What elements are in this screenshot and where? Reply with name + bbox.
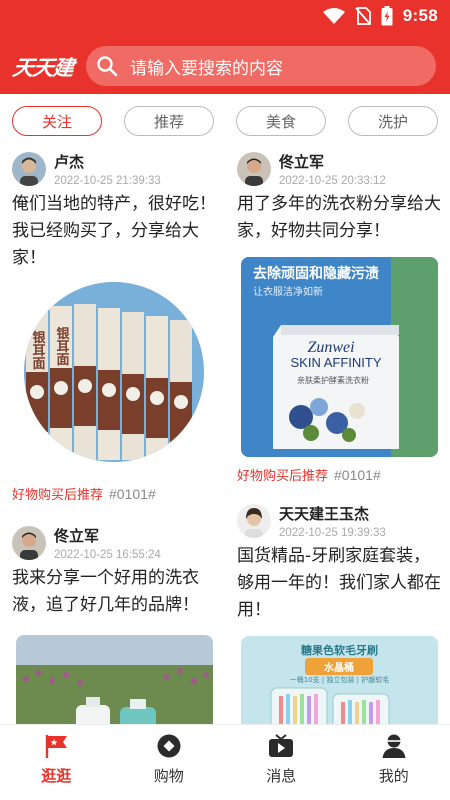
post-image[interactable]: 糖果色软毛牙刷 水晶桶 一桶10支 | 独立包装 | 护龈软毛 (241, 636, 438, 736)
post-date: 2022-10-25 19:39:33 (279, 527, 386, 539)
battery-icon (381, 6, 393, 26)
post-card[interactable]: 佟立军 2022-10-25 20:33:12 用了多年的洗衣粉分享给大家，好物… (237, 146, 442, 484)
post-author: 佟立军 2022-10-25 20:33:12 (237, 146, 442, 187)
bottom-nav: 逛逛 购物 消息 我的 (0, 724, 450, 800)
post-image[interactable]: 银耳面 银耳面 (24, 282, 204, 462)
nav-shopping[interactable]: 购物 (113, 725, 226, 800)
flag-icon (46, 735, 68, 758)
post-date: 2022-10-25 21:39:33 (54, 175, 161, 187)
avatar[interactable] (237, 504, 271, 538)
nav-messages-label: 消息 (266, 767, 297, 785)
product-label: 银耳面 (54, 326, 70, 367)
image-subline: 让衣服洁净如新 (253, 287, 323, 298)
post-author: 佟立军 2022-10-25 16:55:24 (12, 520, 217, 561)
image-headline: 糖果色软毛牙刷 (301, 644, 378, 657)
tab-food[interactable]: 美食 (236, 106, 326, 136)
hashtag[interactable]: #0101# (334, 467, 381, 483)
post-author: 卢杰 2022-10-25 21:39:33 (12, 146, 217, 187)
post-tags: 好物购买后推荐 #0101# (237, 465, 442, 485)
post-date: 2022-10-25 20:33:12 (279, 175, 386, 187)
product-name-cn: 亲肤柔护酵素洗衣粉 (297, 375, 369, 385)
avatar[interactable] (237, 152, 271, 186)
recommend-tag[interactable]: 好物购买后推荐 (237, 465, 328, 484)
search-icon (97, 56, 118, 77)
tab-care[interactable]: 洗护 (348, 106, 438, 136)
avatar[interactable] (12, 152, 46, 186)
post-card[interactable]: 佟立军 2022-10-25 16:55:24 我来分享一个好用的洗衣液，追了好… (12, 520, 217, 745)
post-card[interactable]: 天天建王玉杰 2022-10-25 19:39:33 国货精品-牙刷家庭套装，够… (237, 498, 442, 736)
search-bar[interactable]: 请输入要搜索的内容 (86, 46, 436, 86)
nav-messages[interactable]: 消息 (225, 725, 338, 800)
product-brand: Zunwei (307, 339, 354, 356)
no-sim-icon (355, 7, 371, 25)
search-placeholder: 请输入要搜索的内容 (130, 58, 283, 79)
nav-browse-label: 逛逛 (41, 767, 72, 785)
product-name: SKIN AFFINITY (290, 355, 381, 370)
tv-message-icon (269, 734, 294, 757)
tab-follow[interactable]: 关注 (12, 106, 102, 136)
status-time: 9:58 (402, 6, 438, 25)
author-name[interactable]: 天天建王玉杰 (279, 503, 386, 524)
nav-profile-label: 我的 (378, 767, 409, 785)
image-headline: 去除顽固和隐藏污渍 (253, 266, 379, 282)
post-text: 用了多年的洗衣粉分享给大家，好物共同分享！ (237, 194, 441, 241)
post-text: 俺们当地的特产，很好吃！我已经购买了，分享给大家！ (12, 194, 216, 268)
shopping-icon (157, 734, 181, 758)
author-name[interactable]: 佟立军 (279, 151, 386, 172)
product-label: 银耳面 (30, 330, 46, 371)
person-icon (382, 734, 406, 758)
status-bar: 9:58 (322, 4, 438, 28)
post-text: 国货精品-牙刷家庭套装，够用一年的！我们家人都在用！ (237, 546, 441, 620)
hashtag[interactable]: #0101# (109, 486, 156, 502)
author-name[interactable]: 佟立军 (54, 525, 161, 546)
post-text: 我来分享一个好用的洗衣液，追了好几年的品牌！ (12, 568, 199, 615)
post-date: 2022-10-25 16:55:24 (54, 549, 161, 561)
app-header: 9:58 天天建 请输入要搜索的内容 (0, 0, 450, 94)
image-badge: 水晶桶 (305, 658, 373, 675)
nav-browse[interactable]: 逛逛 (0, 725, 113, 800)
tab-recommend[interactable]: 推荐 (124, 106, 214, 136)
author-name[interactable]: 卢杰 (54, 151, 161, 172)
post-author: 天天建王玉杰 2022-10-25 19:39:33 (237, 498, 442, 539)
avatar[interactable] (12, 526, 46, 560)
post-image[interactable]: SKIN AFFINITY 亲肤柔护酵素洗衣粉 Zunwei 去除顽固和隐藏污渍… (241, 257, 438, 457)
post-card[interactable]: 卢杰 2022-10-25 21:39:33 俺们当地的特产，很好吃！我已经购买… (12, 146, 217, 503)
image-subline: 一桶10支 | 独立包装 | 护龈软毛 (289, 676, 390, 684)
recommend-tag[interactable]: 好物购买后推荐 (12, 484, 103, 503)
filter-tabs: 关注 推荐 美食 洗护 (12, 106, 438, 136)
nav-profile[interactable]: 我的 (338, 725, 450, 800)
post-tags: 好物购买后推荐 #0101# (12, 484, 217, 504)
wifi-icon (322, 8, 345, 24)
app-logo: 天天建 (11, 56, 75, 80)
nav-shopping-label: 购物 (153, 767, 184, 785)
